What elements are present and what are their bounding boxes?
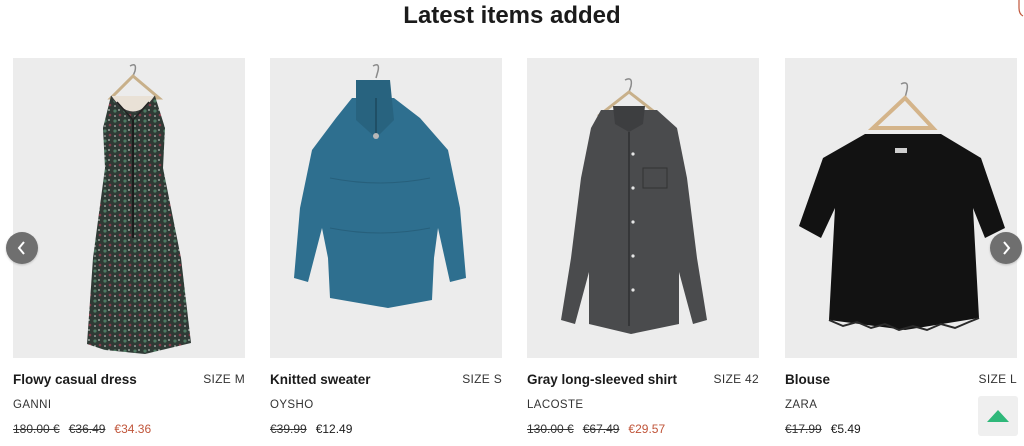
- product-old-price: €39.99: [270, 422, 307, 436]
- product-old-price: €67.49: [582, 422, 620, 436]
- product-image[interactable]: [13, 58, 245, 358]
- product-prices: 130.00 € €67.49 €29.57: [527, 422, 665, 436]
- product-image[interactable]: [527, 58, 759, 358]
- product-brand: GANNI: [13, 399, 52, 411]
- product-carousel: Flowy casual dress SIZE M GANNI 180.00 €…: [0, 58, 1024, 446]
- product-prices: €39.99 €12.49: [270, 422, 352, 436]
- product-original-price: 180.00 €: [13, 422, 60, 436]
- product-size: SIZE S: [462, 372, 502, 386]
- blue-sweater-image: [294, 64, 466, 308]
- product-price: €5.49: [830, 422, 861, 436]
- floral-dress-image: [87, 64, 191, 354]
- product-brand: OYSHO: [270, 399, 314, 411]
- product-original-price: 130.00 €: [527, 422, 574, 436]
- product-title[interactable]: Flowy casual dress: [13, 372, 137, 387]
- gray-shirt-image: [561, 78, 707, 334]
- product-price: €12.49: [315, 422, 353, 436]
- product-prices: 180.00 € €36.49 €34.36: [13, 422, 151, 436]
- product-old-price: €17.99: [785, 422, 822, 436]
- section-title: Latest items added: [403, 2, 621, 29]
- scroll-to-top-button[interactable]: [978, 396, 1018, 436]
- product-prices: €17.99 €5.49: [785, 422, 861, 436]
- latest-items-section: Latest items added Flowy casual dress SI…: [0, 0, 1024, 446]
- triangle-up-icon: [987, 410, 1009, 422]
- chevron-right-icon: [1003, 241, 1011, 255]
- product-size: SIZE 42: [713, 372, 759, 386]
- product-brand: ZARA: [785, 399, 818, 411]
- product-card[interactable]: Knitted sweater SIZE S OYSHO €39.99 €12.4…: [270, 58, 502, 446]
- product-size: SIZE M: [203, 372, 245, 386]
- product-brand: LACOSTE: [527, 399, 584, 411]
- product-card[interactable]: Blouse SIZE L ZARA €17.99 €5.49: [785, 58, 1017, 446]
- product-title[interactable]: Blouse: [785, 372, 830, 387]
- chevron-left-icon: [17, 241, 25, 255]
- product-card[interactable]: Gray long-sleeved shirt SIZE 42 LACOSTE …: [527, 58, 759, 446]
- carousel-prev-button[interactable]: [6, 232, 38, 264]
- product-image[interactable]: [785, 58, 1017, 358]
- product-title[interactable]: Gray long-sleeved shirt: [527, 372, 677, 387]
- product-title[interactable]: Knitted sweater: [270, 372, 371, 387]
- carousel-next-button[interactable]: [990, 232, 1022, 264]
- product-price: €34.36: [114, 422, 152, 436]
- product-old-price: €36.49: [68, 422, 106, 436]
- product-size: SIZE L: [978, 372, 1017, 386]
- black-blouse-image: [799, 82, 1005, 332]
- product-price: €29.57: [628, 422, 666, 436]
- product-image[interactable]: [270, 58, 502, 358]
- product-card[interactable]: Flowy casual dress SIZE M GANNI 180.00 €…: [13, 58, 245, 446]
- hanger-icon: [1018, 0, 1024, 17]
